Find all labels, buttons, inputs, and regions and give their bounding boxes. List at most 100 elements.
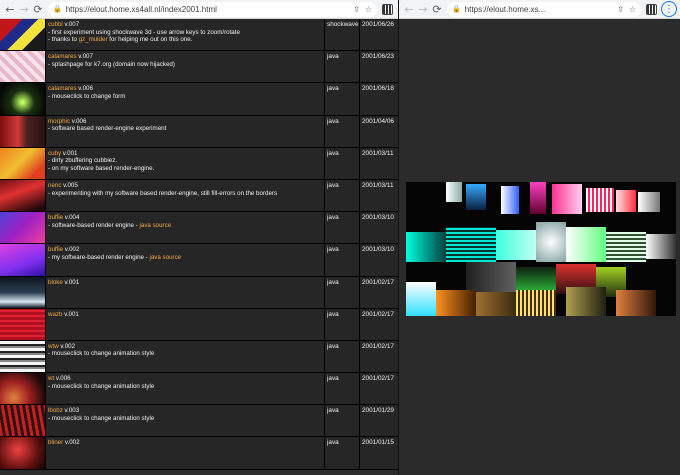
forward-icon[interactable]: → [17,1,31,17]
demo-name-link[interactable]: bliner [48,439,63,446]
applet-pixel-block [566,287,606,316]
demo-title: wtw v.002 [48,343,322,351]
demo-name-link[interactable]: wtw [48,343,59,350]
demo-description: wtw v.002- mouseclick to change animatio… [46,340,325,373]
demo-thumbnail[interactable] [0,179,46,212]
demo-technology: java [325,244,360,276]
demo-name-link[interactable]: calamares [48,85,77,92]
demo-thumbnail[interactable] [0,405,46,437]
demo-name-link[interactable]: nenc [48,182,61,189]
demo-thumbnail[interactable] [0,147,46,179]
demo-technology: java [325,437,360,469]
demo-description: cuby v.001- dirty zbuffering cubbiez. - o… [46,147,325,179]
demo-name-link[interactable]: morphic [48,118,70,125]
address-bar[interactable]: 🔒 https://elout.home.xs4all.nl/index2001… [48,1,377,17]
demo-version: v.002 [58,342,76,350]
demo-technology: java [325,83,360,115]
demo-note-line: - mouseclick to change form [48,93,322,101]
demo-note-line: - thanks to gz_mulder for helping me out… [48,36,322,44]
demo-thumbnail[interactable] [0,212,46,244]
inline-link[interactable]: java source [149,254,181,261]
listing-row: wazb v.001 java 2001/02/17 [0,308,398,341]
demo-description: morphic v.006- software based render-eng… [46,115,325,147]
demo-name-link[interactable]: buffie [48,246,63,253]
left-browser-window: ← → ⟳ 🔒 https://elout.home.xs4all.nl/ind… [0,0,398,475]
note-text: - mouseclick to change animation style [48,382,155,390]
demo-date: 2001/03/11 [362,149,394,157]
demo-thumbnail[interactable] [0,308,46,340]
demo-description: wt v.006- mouseclick to change animation… [46,373,325,405]
demo-title: lbobz v.003 [48,407,322,415]
demo-date: 2001/01/29 [362,407,394,415]
demo-name-link[interactable]: calamares [48,53,77,60]
inline-link[interactable]: gz_mulder [79,36,108,43]
url-text[interactable]: https://elout.home.xs... [465,5,612,14]
listing-row: cuby v.001- dirty zbuffering cubbiez. - o… [0,147,398,180]
reload-icon[interactable]: ⟳ [31,1,45,17]
demo-title: bloke v.001 [48,279,322,287]
share-icon[interactable]: ⇪ [353,5,360,14]
back-icon[interactable]: ← [3,1,17,17]
applet-pixel-block [606,232,646,262]
demo-thumbnail[interactable] [0,373,46,405]
demo-name-link[interactable]: buffie [48,214,63,221]
demo-name-link[interactable]: wazb [48,311,62,318]
demo-version: v.002 [63,246,80,254]
demo-title: calamares v.006 [48,85,322,93]
url-text[interactable]: https://elout.home.xs4all.nl/index2001.h… [66,5,348,14]
note-text: - my software-based render engine - [48,253,150,261]
demo-note-line: - experimenting with my software based r… [48,190,322,198]
kebab-menu-icon[interactable]: ⋮ [661,1,677,17]
note-text: - experimenting with my software based r… [48,189,278,197]
forward-icon[interactable]: → [416,1,430,17]
demo-thumbnail[interactable] [0,244,46,276]
applet-pixel-block [466,262,516,292]
extension-icon[interactable] [382,3,393,15]
demo-thumbnail[interactable] [0,437,46,469]
demo-name-link[interactable]: cuby [48,150,61,157]
java-applet-canvas[interactable] [406,182,676,316]
demo-thumbnail[interactable] [0,51,46,83]
applet-pixel-block [566,227,606,262]
bookmark-star-icon[interactable]: ☆ [365,5,372,14]
demo-thumbnail[interactable] [0,115,46,147]
applet-pixel-block [638,192,660,212]
demo-date: 2001/03/10 [362,246,394,254]
right-toolbar: ← → ⟳ 🔒 https://elout.home.xs... ⇪ ☆ ⋮ [399,0,680,19]
demo-note-line: - dirty zbuffering cubbiez. [48,157,322,165]
demo-name-link[interactable]: lbobz [48,407,63,414]
demo-thumbnail[interactable] [0,83,46,115]
demo-version: v.007 [62,21,80,28]
bookmark-star-icon[interactable]: ☆ [629,5,636,14]
demo-date: 2001/02/17 [362,342,394,350]
applet-pixel-block [476,292,516,316]
listing-row: bloke v.001 java 2001/02/17 [0,276,398,309]
note-text: - mouseclick to change form [48,92,126,100]
extension-icon[interactable] [646,3,657,15]
applet-pixel-block [466,184,486,210]
demo-description: buffie v.004- software-based render engi… [46,212,325,244]
demo-name-link[interactable]: bloke [48,279,63,286]
demo-description: wazb v.001 [46,308,325,340]
demo-technology: java [325,179,360,212]
applet-pixel-block [436,290,476,316]
back-icon[interactable]: ← [402,1,416,17]
applet-pixel-block [446,182,462,202]
demo-name-link[interactable]: cubbi [48,21,63,28]
listing-row: calamares v.006- mouseclick to change fo… [0,83,398,116]
reload-icon[interactable]: ⟳ [430,1,444,17]
address-bar[interactable]: 🔒 https://elout.home.xs... ⇪ ☆ [447,1,641,17]
share-icon[interactable]: ⇪ [617,5,624,14]
demo-note-line: - mouseclick to change animation style [48,350,322,358]
demo-title: wt v.006 [48,375,322,383]
applet-pixel-block [646,234,676,259]
demo-note-line: - mouseclick to change animation style [48,415,322,423]
demo-thumbnail[interactable] [0,19,46,51]
listing-row: buffie v.002- my software-based render e… [0,244,398,277]
demo-description: bliner v.002 [46,437,325,469]
inline-link[interactable]: java source [140,222,172,229]
listing-row: lbobz v.003- mouseclick to change animat… [0,405,398,438]
right-browser-window: ← → ⟳ 🔒 https://elout.home.xs... ⇪ ☆ ⋮ [399,0,680,475]
demo-thumbnail[interactable] [0,276,46,308]
demo-thumbnail[interactable] [0,340,46,373]
